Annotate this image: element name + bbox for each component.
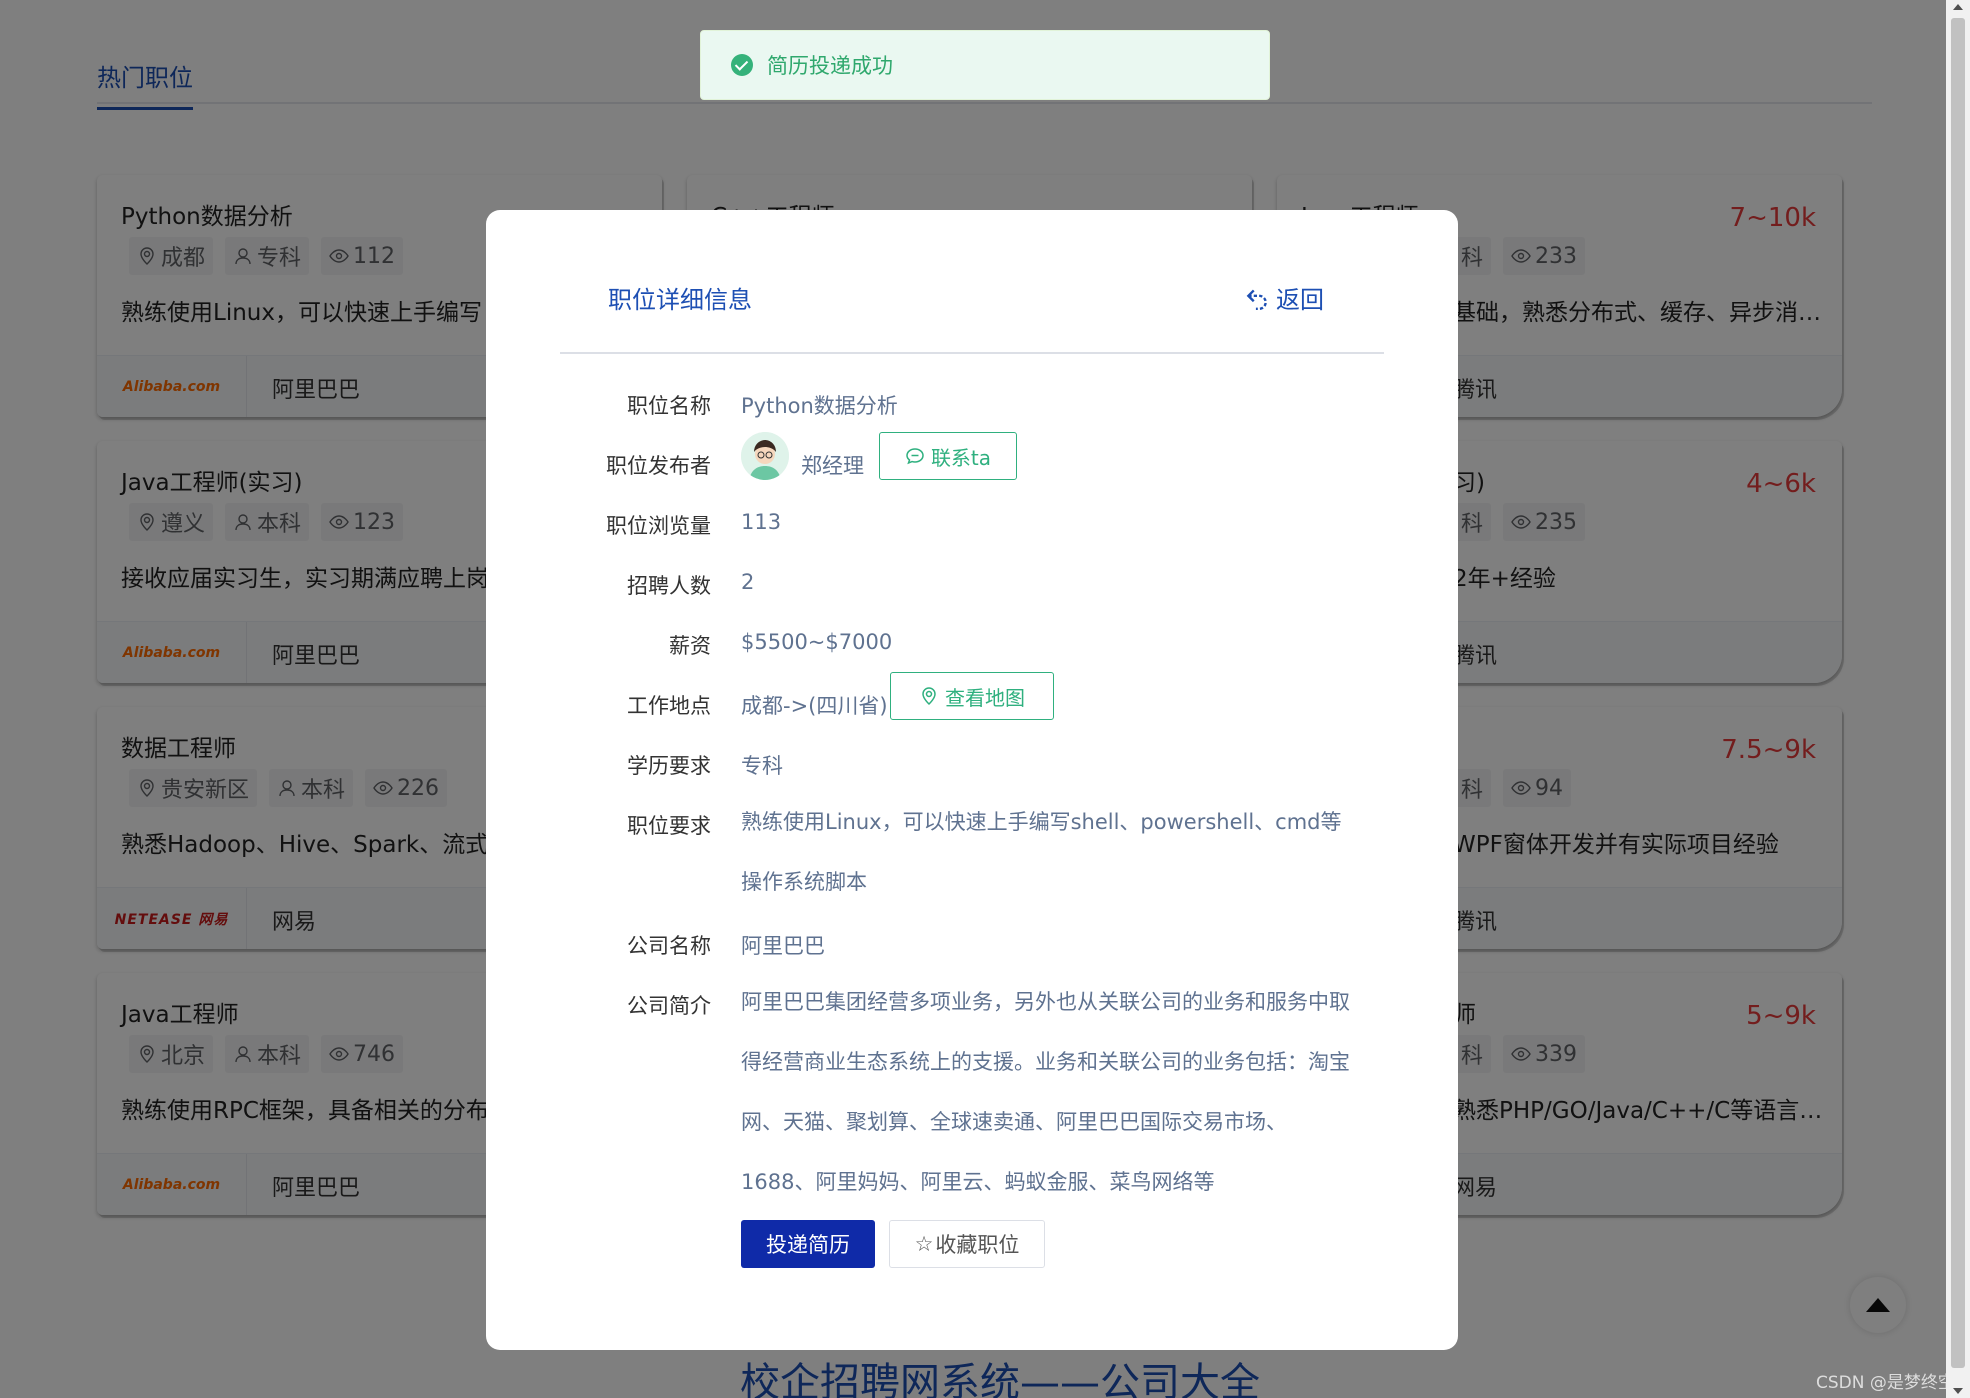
avatar [741, 432, 789, 480]
scrollbar[interactable] [1946, 0, 1970, 1398]
view-map-button[interactable]: 查看地图 [890, 672, 1054, 720]
requirement-value: 熟练使用Linux，可以快速上手编写shell、powershell、cmd等操… [741, 810, 1342, 894]
label: 职位名称 [627, 394, 711, 418]
scroll-down-icon[interactable] [1953, 1388, 1963, 1394]
headcount-value: 2 [741, 570, 755, 594]
intro-value: 阿里巴巴集团经营多项业务，另外也从关联公司的业务和服务中取得经营商业生态系统上的… [741, 990, 1350, 1194]
label: 学历要求 [627, 754, 711, 778]
scroll-thumb[interactable] [1951, 18, 1965, 1368]
job-detail-dialog: 职位详细信息 返回 职位名称 Python数据分析 职位发布者 郑经理 联系ta [486, 210, 1458, 1350]
label: 工作地点 [627, 694, 711, 718]
location-value: 成都->(四川省) [741, 694, 888, 718]
label: 职位发布者 [606, 454, 711, 478]
location-icon [922, 687, 936, 706]
job-name-value: Python数据分析 [741, 394, 898, 418]
back-label: 返回 [1276, 286, 1324, 314]
favorite-label: 收藏职位 [935, 1233, 1020, 1257]
check-circle-icon [731, 54, 753, 76]
star-icon: ☆ [914, 1232, 934, 1256]
label: 薪资 [669, 634, 711, 658]
return-icon [1246, 289, 1267, 310]
back-button[interactable]: 返回 [1244, 280, 1324, 315]
contact-label: 联系ta [930, 445, 992, 470]
toast-message: 简历投递成功 [767, 54, 893, 78]
label: 公司名称 [627, 934, 711, 958]
view-map-label: 查看地图 [945, 685, 1025, 710]
label: 职位浏览量 [606, 514, 711, 538]
label: 招聘人数 [627, 574, 711, 598]
label: 公司简介 [627, 994, 711, 1018]
submit-resume-button[interactable]: 投递简历 [741, 1220, 875, 1268]
chat-icon [906, 448, 924, 465]
views-value: 113 [741, 510, 782, 534]
education-value: 专科 [741, 754, 783, 778]
salary-value: $5500~$7000 [741, 630, 893, 654]
dialog-header: 职位详细信息 返回 [560, 280, 1384, 354]
publisher-name: 郑经理 [801, 454, 864, 478]
company-value: 阿里巴巴 [741, 934, 825, 958]
label: 职位要求 [627, 814, 711, 838]
watermark: CSDN @是梦终空 [1816, 1373, 1955, 1393]
avatar-image [741, 432, 789, 480]
success-toast: 简历投递成功 [700, 30, 1270, 100]
dialog-title: 职位详细信息 [608, 286, 752, 314]
favorite-button[interactable]: ☆ 收藏职位 [889, 1220, 1045, 1268]
contact-button[interactable]: 联系ta [879, 432, 1017, 480]
scroll-up-icon[interactable] [1953, 4, 1963, 10]
